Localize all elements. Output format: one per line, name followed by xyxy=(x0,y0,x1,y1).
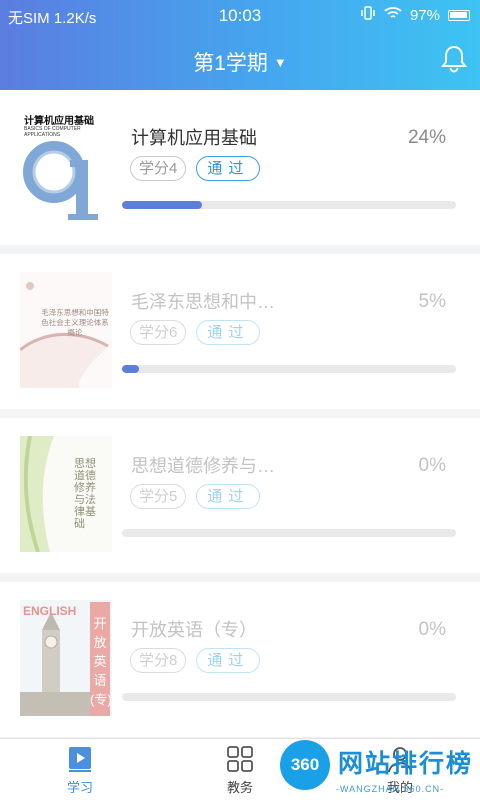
course-cover-image: 计算机应用基础 BASICS OF COMPUTER APPLICATIONS xyxy=(20,108,112,224)
status-bar: 无SIM 1.2K/s 10:03 97% xyxy=(0,0,480,30)
cover-title: ENGLISH xyxy=(23,604,77,618)
course-title: 思想道德修养与… xyxy=(131,456,275,476)
wifi-icon xyxy=(384,6,402,24)
course-cover-image: 毛泽东思想和中国特色社会主义理论体系概论 xyxy=(20,272,112,388)
title-bar: 第1学期 ▼ xyxy=(0,40,480,80)
course-title: 计算机应用基础 xyxy=(131,128,257,148)
course-list: 计算机应用基础 BASICS OF COMPUTER APPLICATIONS … xyxy=(0,90,480,738)
course-title: 开放英语（专） xyxy=(131,620,257,640)
course-card[interactable]: 计算机应用基础 BASICS OF COMPUTER APPLICATIONS … xyxy=(0,90,480,245)
course-cover-image: ENGLISH 开放英语(专) xyxy=(20,600,112,716)
cover-title: 毛泽东思想和中国特色社会主义理论体系概论 xyxy=(41,308,109,337)
blue-digit-graphic xyxy=(23,141,98,220)
cover-vertical-title: 开放英语(专) xyxy=(90,602,112,716)
status-right: 97% xyxy=(360,6,470,24)
course-tags: 学分4 通过 xyxy=(130,156,261,181)
tab-label: 学习 xyxy=(66,780,93,795)
course-cover-image: 思想道德修养与法律基础 xyxy=(20,436,112,552)
progress-bar xyxy=(122,693,456,701)
credit-badge: 学分6 xyxy=(130,320,187,345)
watermark-badge: 360 xyxy=(280,740,330,790)
course-progress-percent: 0% xyxy=(418,455,446,476)
watermark-title: 网站排行榜 xyxy=(338,750,474,778)
course-tags: 学分5 通过 xyxy=(130,484,261,509)
grid-icon xyxy=(227,746,253,772)
watermark-logo: 360 网站排行榜 -WANGZHAN.360.CN- xyxy=(274,738,474,800)
course-card[interactable]: ENGLISH 开放英语(专) 开放英语（专） 0% 学分8 通过 xyxy=(0,582,480,737)
progress-bar xyxy=(122,201,456,209)
progress-bar xyxy=(122,365,456,373)
course-tags: 学分6 通过 xyxy=(130,320,261,345)
course-progress-percent: 0% xyxy=(418,619,446,640)
tab-academic-affairs[interactable]: 教务 xyxy=(210,745,270,796)
battery-icon xyxy=(448,9,470,21)
course-tags: 学分8 通过 xyxy=(130,648,261,673)
pass-badge: 通过 xyxy=(196,648,261,673)
watermark-url: -WANGZHAN.360.CN- xyxy=(336,784,445,794)
credit-badge: 学分4 xyxy=(130,156,187,181)
dropdown-caret-icon: ▼ xyxy=(273,55,287,70)
course-progress-percent: 24% xyxy=(407,127,446,148)
progress-fill xyxy=(122,201,203,209)
course-card[interactable]: 毛泽东思想和中国特色社会主义理论体系概论 毛泽东思想和中… 5% 学分6 通过 xyxy=(0,254,480,409)
term-label: 第1学期 xyxy=(193,52,268,75)
course-card[interactable]: 思想道德修养与法律基础 思想道德修养与… 0% 学分5 通过 xyxy=(0,418,480,573)
app-header: 无SIM 1.2K/s 10:03 97% 第1学期 ▼ xyxy=(0,0,480,90)
cover-title: 计算机应用基础 xyxy=(24,116,94,127)
course-title: 毛泽东思想和中… xyxy=(131,292,275,312)
study-icon xyxy=(69,747,91,772)
pass-badge: 通过 xyxy=(196,320,261,345)
battery-percent: 97% xyxy=(409,6,440,24)
bell-icon[interactable] xyxy=(440,44,468,74)
tab-study[interactable]: 学习 xyxy=(50,745,110,796)
term-selector[interactable]: 第1学期 ▼ xyxy=(0,47,480,77)
progress-bar xyxy=(122,529,456,537)
progress-fill xyxy=(122,365,139,373)
tab-label: 教务 xyxy=(226,780,253,795)
vibrate-icon xyxy=(360,6,376,24)
pass-badge: 通过 xyxy=(196,484,261,509)
course-progress-percent: 5% xyxy=(418,291,446,312)
credit-badge: 学分5 xyxy=(130,484,187,509)
credit-badge: 学分8 xyxy=(130,648,187,673)
pass-badge: 通过 xyxy=(196,156,261,181)
cover-title: 思想道德修养与法律基础 xyxy=(74,458,96,530)
